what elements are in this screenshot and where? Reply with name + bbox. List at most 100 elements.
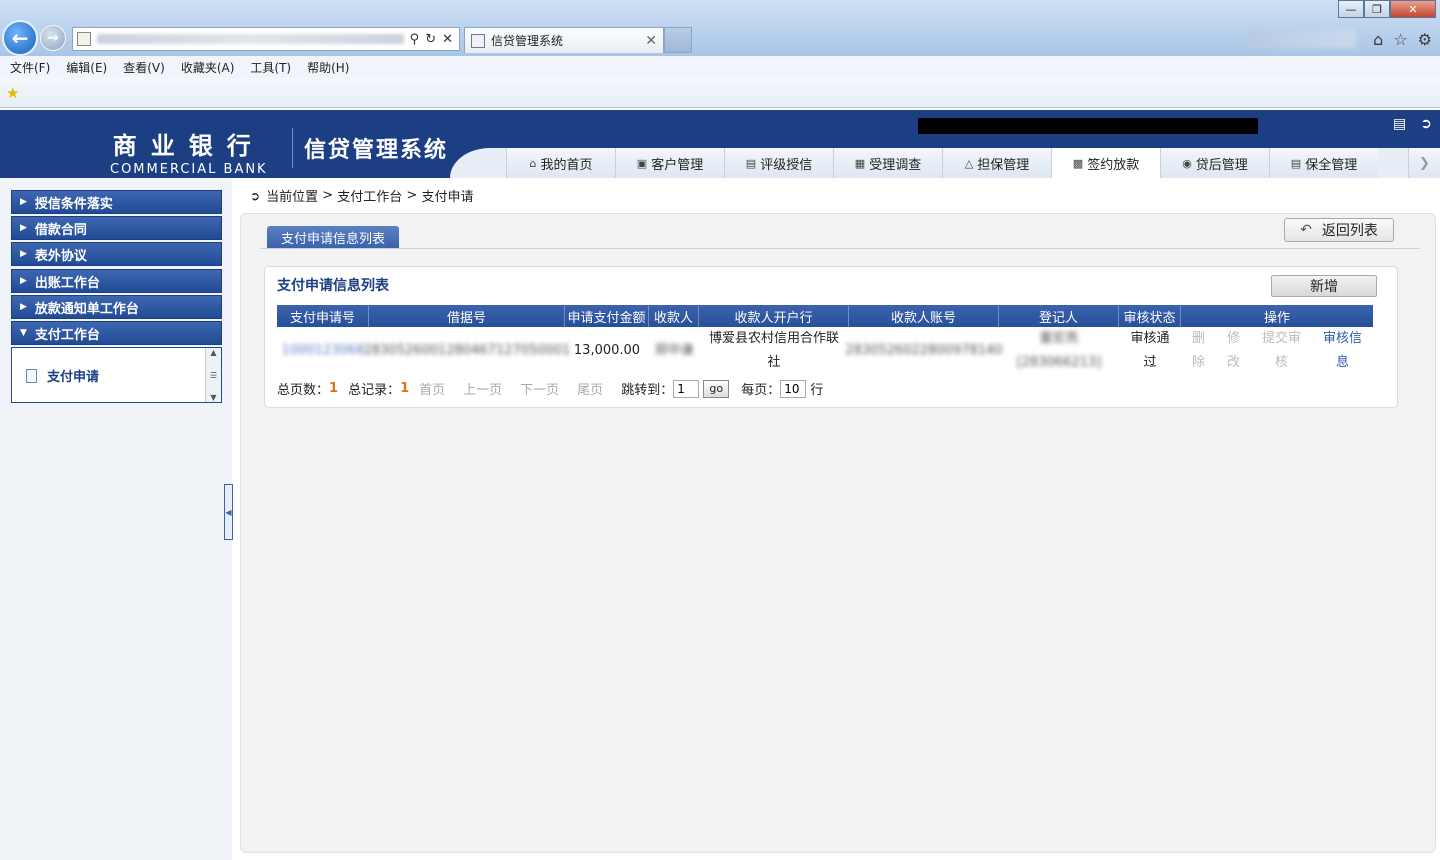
col-payee[interactable]: 收款人 [649,305,699,327]
cell-status: 审核通 过 [1119,327,1181,375]
menu-favorites[interactable]: 收藏夹(A) [181,59,235,76]
sidebar-item-label: 放款通知单工作台 [34,301,139,317]
first-page-link[interactable]: 首页 [419,379,445,398]
monitor-icon[interactable]: ▤ [1393,116,1406,132]
total-pages-value: 1 [329,381,339,396]
sidebar-item-disbursement-desk[interactable]: ▶ 出账工作台 [11,269,222,293]
browser-search-box[interactable] [1246,30,1356,48]
scroll-up-icon[interactable]: ▲ [210,348,216,357]
add-favorite-icon[interactable]: ★ [6,84,19,102]
menu-tools[interactable]: 工具(T) [250,59,291,76]
nav-tab-preservation[interactable]: ▤ 保全管理 [1269,148,1378,178]
payment-table: 支付申请号 借据号 申请支付金额 收款人 收款人开户行 收款人账号 登记人 审核… [277,305,1373,375]
back-to-list-button[interactable]: ↶ 返回列表 [1284,218,1394,242]
nav-tab-contract[interactable]: ▩ 签约放款 [1051,148,1160,179]
refresh-icon[interactable]: ↻ [425,32,436,47]
go-button[interactable]: go [703,379,730,398]
window-minimize-button[interactable]: — [1338,0,1364,18]
home-icon[interactable]: ⌂ [1373,30,1383,49]
cell-status-line2: 过 [1143,355,1157,370]
delete-link[interactable]: 删 除 [1192,327,1205,375]
col-apply-no[interactable]: 支付申请号 [277,305,369,327]
next-page-link[interactable]: 下一页 [520,379,559,398]
col-amount[interactable]: 申请支付金额 [565,305,649,327]
window-maximize-button[interactable]: ❐ [1364,0,1390,18]
nav-tab-survey[interactable]: ▦ 受理调查 [833,148,942,178]
sidebar-item-label: 授信条件落实 [34,196,113,212]
gear-icon[interactable]: ⚙ [1418,30,1432,49]
col-status[interactable]: 审核状态 [1119,305,1181,327]
menu-edit[interactable]: 编辑(E) [66,59,107,76]
col-loan-no[interactable]: 借据号 [369,305,565,327]
menu-file[interactable]: 文件(F) [10,59,50,76]
nav-tab-guarantee[interactable]: △ 担保管理 [942,148,1051,178]
bank-logo: 商业银行 COMMERCIAL BANK [110,126,268,177]
caret-down-icon: ▼ [20,328,27,338]
cell-apply-no[interactable]: 1000123068 [277,327,369,375]
prev-page-link[interactable]: 上一页 [463,379,502,398]
sidebar-item-credit-conditions[interactable]: ▶ 授信条件落实 [11,190,222,214]
per-page-label: 每页： [741,383,781,398]
url-text[interactable] [97,34,404,44]
breadcrumb-level1[interactable]: 支付工作台 [337,186,402,205]
modify-link[interactable]: 修 改 [1227,327,1240,375]
location-icon: ➲ [250,188,261,203]
window-close-button[interactable]: ✕ [1390,0,1436,18]
back-to-list-label: 返回列表 [1321,223,1378,239]
scroll-thumb-icon[interactable]: ☰ [210,371,217,380]
stop-icon[interactable]: ✕ [442,32,453,47]
nav-tab-label: 评级授信 [760,157,813,173]
favorites-bar: ★ [0,78,1440,108]
per-page-unit: 行 [810,383,824,398]
per-page-input[interactable] [780,379,807,398]
nav-tab-rating[interactable]: ▤ 评级授信 [724,148,833,178]
search-icon[interactable]: ⚲ [410,32,420,47]
nav-scroll-right-icon[interactable]: ❯ [1408,148,1440,178]
sidebar-subitem-payment-apply[interactable]: 支付申请 [26,366,99,385]
cell-status-line1: 审核通 [1130,331,1170,346]
col-registrar[interactable]: 登记人 [999,305,1119,327]
nav-tab-label: 签约放款 [1087,158,1140,173]
jump-page-input[interactable] [673,379,700,398]
sidebar-collapse-handle[interactable]: ◀ [224,484,233,540]
postloan-icon: ◉ [1182,156,1192,170]
new-tab-button[interactable] [664,27,692,53]
sidebar-item-payment-desk[interactable]: ▼ 支付工作台 [11,321,222,345]
sidebar-scrollbar[interactable]: ▲ ☰ ▼ [205,348,221,402]
sidebar-submenu: 支付申请 ▲ ☰ ▼ [11,347,222,403]
cell-payee-bank-line2: 社 [767,355,781,370]
logout-icon[interactable]: ➲ [1420,116,1432,132]
browser-tab[interactable]: 信贷管理系统 ✕ [464,27,664,53]
header-divider [292,128,293,168]
tab-close-icon[interactable]: ✕ [645,33,657,49]
total-records-value: 1 [400,381,410,396]
nav-tab-home[interactable]: ⌂ 我的首页 [506,148,615,178]
cell-registrar-id: [283066213] [1016,355,1102,370]
col-payee-account[interactable]: 收款人账号 [849,305,999,327]
favorites-star-icon[interactable]: ☆ [1393,30,1407,49]
cell-payee-account: 2830526022800978140 [845,343,1003,358]
scroll-down-icon[interactable]: ▼ [210,393,216,402]
address-bar[interactable]: ⚲ ↻ ✕ [72,27,460,51]
sidebar-item-offbalance[interactable]: ▶ 表外协议 [11,242,222,266]
nav-tab-customer[interactable]: ▣ 客户管理 [615,148,724,178]
col-payee-bank[interactable]: 收款人开户行 [699,305,849,327]
browser-forward-button[interactable]: → [40,25,66,51]
sidebar-item-notice-desk[interactable]: ▶ 放款通知单工作台 [11,295,222,319]
review-info-link[interactable]: 审核信 息 [1323,327,1362,375]
add-button[interactable]: 新增 [1271,275,1377,297]
menu-help[interactable]: 帮助(H) [307,59,349,76]
sidebar-item-loan-contract[interactable]: ▶ 借款合同 [11,216,222,240]
review-info-line1: 审核信 [1322,331,1362,346]
breadcrumb: ➲ 当前位置 > 支付工作台 > 支付申请 [250,186,473,205]
nav-tab-postloan[interactable]: ◉ 贷后管理 [1160,148,1269,178]
submit-review-link[interactable]: 提交审 核 [1262,327,1301,375]
menu-view[interactable]: 查看(V) [123,59,165,76]
guarantee-icon: △ [964,156,974,170]
col-operations: 操作 [1263,310,1290,326]
browser-back-button[interactable]: ← [2,20,38,56]
redacted-user-info [918,118,1258,134]
last-page-link[interactable]: 尾页 [577,379,603,398]
return-icon: ↶ [1300,222,1312,238]
tab-payment-list[interactable]: 支付申请信息列表 [267,226,399,249]
